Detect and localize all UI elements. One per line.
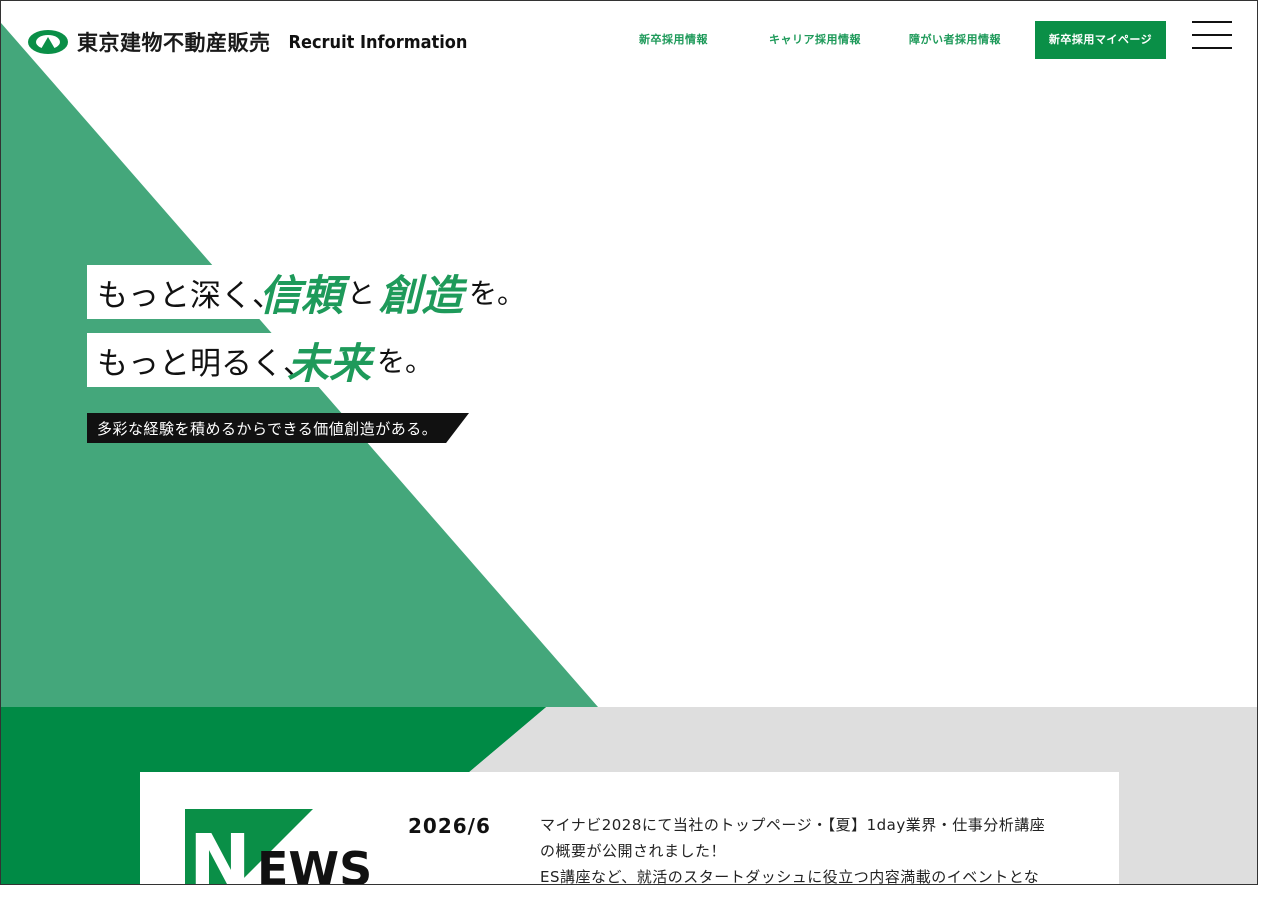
copy-accent-trust: 信頼	[259, 270, 344, 320]
copy-text: を。	[469, 277, 526, 310]
nav-disability[interactable]: 障がい者採用情報	[909, 21, 1001, 59]
copy-accent-creation: 創造	[379, 270, 464, 320]
logo-subtitle: Recruit Information	[288, 31, 468, 53]
menu-bar	[1192, 47, 1232, 49]
global-nav: 新卒採用情報 キャリア採用情報 障がい者採用情報 新卒採用マイページ	[601, 21, 1167, 59]
copy-text: と	[347, 277, 376, 310]
news-section: N EWS 2026/6 マイナビ2028にて当社のトップページ・【夏】1day…	[140, 772, 1119, 885]
background-shapes	[1, 23, 1257, 884]
news-text-line: の概要が公開されました！	[540, 842, 727, 860]
hero-copy-line-1: もっと深く、	[87, 265, 283, 319]
hero-copy-line-2: もっと明るく、	[87, 333, 321, 387]
nav-career[interactable]: キャリア採用情報	[769, 21, 861, 59]
menu-bar	[1192, 21, 1232, 23]
news-heading-rest: EWS	[257, 842, 372, 885]
green-band-left	[1, 772, 140, 884]
logo-text: 東京建物不動産販売	[77, 31, 271, 55]
site-logo[interactable]: 東京建物不動産販売 Recruit Information	[27, 27, 467, 57]
copy-text: を。	[377, 345, 434, 378]
green-band-top	[1, 707, 546, 772]
copy-accent-future: 未来	[287, 338, 372, 388]
news-text-line: ES講座など、就活のスタートダッシュに役立つ内容満載のイベントとな	[540, 868, 1040, 885]
news-heading: N EWS	[185, 809, 372, 885]
news-text-line: マイナビ2028にて当社のトップページ・【夏】1day業界・仕事分析講座	[540, 816, 1046, 834]
hero-copy-line-2-accent: 未来 を。	[287, 331, 433, 389]
logo-mark-icon	[28, 30, 68, 54]
mypage-button[interactable]: 新卒採用マイページ	[1035, 21, 1166, 59]
news-date: 2026/6	[408, 814, 491, 838]
news-item[interactable]: マイナビ2028にて当社のトップページ・【夏】1day業界・仕事分析講座 の概要…	[540, 812, 1085, 885]
news-heading-letter: N	[189, 819, 251, 885]
menu-icon[interactable]	[1192, 21, 1232, 49]
copy-text: もっと明るく、	[97, 345, 314, 382]
copy-text: もっと深く、	[97, 277, 283, 314]
nav-new-graduate[interactable]: 新卒採用情報	[639, 21, 708, 59]
hero-tagline: 多彩な経験を積めるからできる価値創造がある。	[87, 413, 469, 443]
hero-copy-line-1-accent: 信頼 と 創造 を。	[259, 263, 525, 321]
menu-bar	[1192, 34, 1232, 36]
page: 東京建物不動産販売 Recruit Information 新卒採用情報 キャリ…	[0, 0, 1258, 885]
